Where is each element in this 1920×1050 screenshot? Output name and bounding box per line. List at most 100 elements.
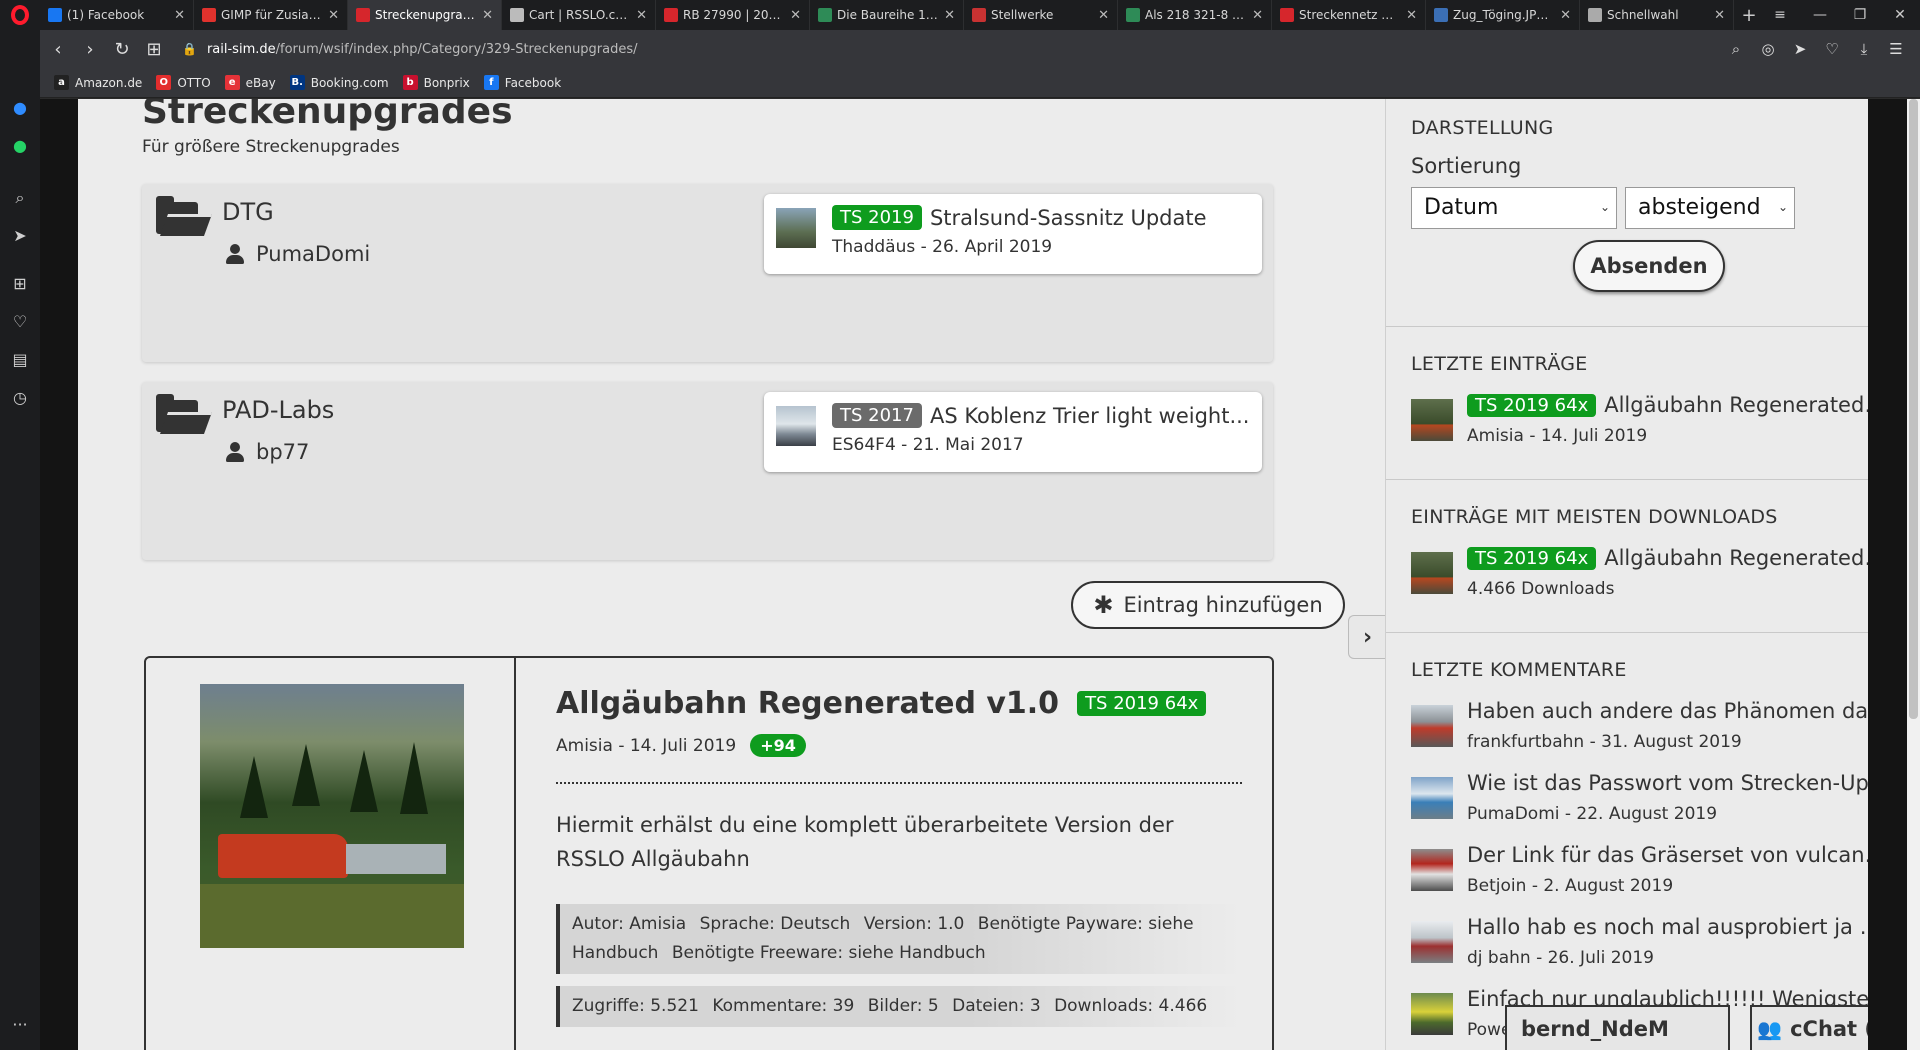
entry-thumbnail[interactable] (1411, 552, 1453, 594)
speed-dial-sidebar-icon[interactable]: ⊞ (0, 274, 40, 293)
info-files: Dateien: 3 (952, 996, 1041, 1016)
tab-close-icon[interactable]: ✕ (636, 8, 647, 23)
messenger-icon[interactable]: ● (0, 98, 40, 117)
comment-text[interactable]: Wie ist das Passwort vom Strecken-Upd... (1467, 771, 1868, 795)
list-item[interactable]: TS 2019 64x Allgäubahn Regenerated v... … (1411, 546, 1868, 608)
search-sidebar-icon[interactable]: ⌕ (0, 188, 40, 208)
browser-tab[interactable]: RB 27990 | 20.09. ✕ (656, 0, 810, 30)
reload-icon[interactable]: ↻ (106, 39, 138, 60)
entry-title[interactable]: Allgäubahn Regenerated v... (1604, 393, 1868, 417)
last-entry-title[interactable]: Stralsund-Sassnitz Update (930, 206, 1207, 230)
entry-thumbnail[interactable] (776, 208, 816, 248)
category-author-name[interactable]: bp77 (256, 440, 309, 464)
tab-close-icon[interactable]: ✕ (328, 8, 339, 23)
entry-thumbnail[interactable] (1411, 399, 1453, 441)
comment-thumbnail[interactable] (1411, 705, 1453, 747)
tab-close-icon[interactable]: ✕ (482, 8, 493, 23)
add-entry-button[interactable]: ✱ Eintrag hinzufügen (1071, 581, 1345, 629)
browser-tab[interactable]: (1) Facebook ✕ (40, 0, 194, 30)
entry-thumbnail[interactable] (776, 406, 816, 446)
comment-thumbnail[interactable] (1411, 921, 1453, 963)
category-name[interactable]: PAD-Labs (222, 396, 334, 424)
category-author-name[interactable]: PumaDomi (256, 242, 370, 266)
tab-close-icon[interactable]: ✕ (1406, 8, 1417, 23)
chat-tab[interactable]: 👥 cChat (18) (1750, 1005, 1868, 1050)
entry-title[interactable]: Allgäubahn Regenerated v1.0 (556, 686, 1059, 721)
tab-close-icon[interactable]: ✕ (790, 8, 801, 23)
browser-tab[interactable]: Als 218 321-8 mit ✕ (1118, 0, 1272, 30)
speed-dial-icon[interactable]: ⊞ (138, 39, 170, 60)
browser-tab[interactable]: Cart | RSSLO.com ✕ (502, 0, 656, 30)
comment-item[interactable]: Haben auch andere das Phänomen das ... f… (1411, 699, 1868, 761)
comment-thumbnail[interactable] (1411, 849, 1453, 891)
tab-close-icon[interactable]: ✕ (1714, 8, 1725, 23)
entry-title[interactable]: Allgäubahn Regenerated v... (1604, 546, 1868, 570)
comment-text[interactable]: Der Link für das Gräserset von vulcan-P.… (1467, 843, 1868, 867)
info-views: Zugriffe: 5.521 (572, 996, 699, 1016)
browser-tab[interactable]: Streckennetz der S ✕ (1272, 0, 1426, 30)
camera-icon[interactable]: ◎ (1752, 40, 1784, 58)
browser-tab[interactable]: Die Baureihe 111 (✕ (810, 0, 964, 30)
minimize-button[interactable]: — (1800, 7, 1840, 23)
url-field[interactable]: 🔒 rail-sim.de /forum/wsif/index.php/Cate… (182, 42, 638, 57)
bookmark-item[interactable]: f Facebook (483, 75, 562, 90)
search-icon[interactable]: ⌕ (1720, 40, 1752, 58)
news-sidebar-icon[interactable]: ▤ (0, 350, 40, 369)
comment-thumbnail[interactable] (1411, 993, 1453, 1035)
sidebar-toggle-button[interactable]: › (1348, 615, 1386, 659)
bookmark-item[interactable]: a Amazon.de (54, 75, 142, 90)
tab-close-icon[interactable]: ✕ (1252, 8, 1263, 23)
browser-tab[interactable]: GIMP für Zusiane ✕ (194, 0, 348, 30)
send-icon[interactable]: ➤ (1784, 40, 1816, 58)
list-item[interactable]: TS 2019 64x Allgäubahn Regenerated v... … (1411, 393, 1868, 455)
bookmarks-sidebar-icon[interactable]: ♡ (0, 312, 40, 331)
tab-close-icon[interactable]: ✕ (944, 8, 955, 23)
settings-icon[interactable]: ☰ (1880, 40, 1912, 58)
bookmark-item[interactable]: b Bonprix (402, 75, 470, 90)
tab-close-icon[interactable]: ✕ (1560, 8, 1571, 23)
heart-icon[interactable]: ♡ (1816, 40, 1848, 58)
bookmark-item[interactable]: e eBay (224, 75, 276, 90)
tab-close-icon[interactable]: ✕ (1098, 8, 1109, 23)
comment-text[interactable]: Haben auch andere das Phänomen das ... (1467, 699, 1868, 723)
sort-order-select[interactable]: absteigend ⌄ (1625, 187, 1795, 229)
category-name[interactable]: DTG (222, 198, 274, 226)
bookmark-item[interactable]: O OTTO (156, 75, 211, 90)
chat-user-tab[interactable]: bernd_NdeM (1505, 1005, 1730, 1050)
sort-field-select[interactable]: Datum ⌄ (1411, 187, 1617, 229)
add-entry-label: Eintrag hinzufügen (1123, 593, 1323, 617)
history-sidebar-icon[interactable]: ◷ (0, 388, 40, 407)
browser-tab[interactable]: Stellwerke ✕ (964, 0, 1118, 30)
category-last-entry[interactable]: TS 2019 Stralsund-Sassnitz Update Thaddä… (764, 194, 1262, 274)
browser-tab[interactable]: Streckenupgrades ✕ (348, 0, 502, 30)
whatsapp-icon[interactable]: ● (0, 136, 40, 155)
back-icon[interactable]: ‹ (42, 39, 74, 60)
category-last-entry[interactable]: TS 2017 AS Koblenz Trier light weight...… (764, 392, 1262, 472)
comment-item[interactable]: Hallo hab es noch mal ausprobiert ja ei.… (1411, 915, 1868, 977)
submit-button[interactable]: Absenden (1573, 240, 1725, 292)
bookmark-item[interactable]: B. Booking.com (289, 75, 389, 90)
download-icon[interactable]: ⤓ (1848, 40, 1880, 58)
tab-close-icon[interactable]: ✕ (174, 8, 185, 23)
opera-logo-icon[interactable] (0, 0, 40, 30)
comment-item[interactable]: Wie ist das Passwort vom Strecken-Upd...… (1411, 771, 1868, 833)
more-sidebar-icon[interactable]: ··· (0, 1015, 40, 1034)
last-entry-title[interactable]: AS Koblenz Trier light weight... (930, 404, 1250, 428)
comment-thumbnail[interactable] (1411, 777, 1453, 819)
chevron-down-icon: ⌄ (1599, 200, 1610, 214)
browser-tab[interactable]: Zug_Töging.JPG (3 ✕ (1426, 0, 1580, 30)
comment-text[interactable]: Hallo hab es noch mal ausprobiert ja ei.… (1467, 915, 1868, 939)
divider (556, 782, 1242, 784)
send-sidebar-icon[interactable]: ➤ (0, 226, 40, 245)
forward-icon[interactable]: › (74, 39, 106, 60)
browser-tab[interactable]: Schnellwahl ✕ (1580, 0, 1734, 30)
restore-button[interactable]: ❐ (1840, 7, 1880, 23)
entry-image[interactable] (200, 684, 464, 948)
tab-menu-icon[interactable]: ≡ (1760, 7, 1800, 23)
bookmark-label: Facebook (504, 75, 562, 90)
close-window-button[interactable]: ✕ (1880, 7, 1920, 23)
page-scrollbar[interactable] (1907, 99, 1920, 1050)
scrollbar-thumb[interactable] (1909, 99, 1918, 719)
comment-item[interactable]: Der Link für das Gräserset von vulcan-P.… (1411, 843, 1868, 905)
tab-label: GIMP für Zusiane (221, 8, 323, 22)
